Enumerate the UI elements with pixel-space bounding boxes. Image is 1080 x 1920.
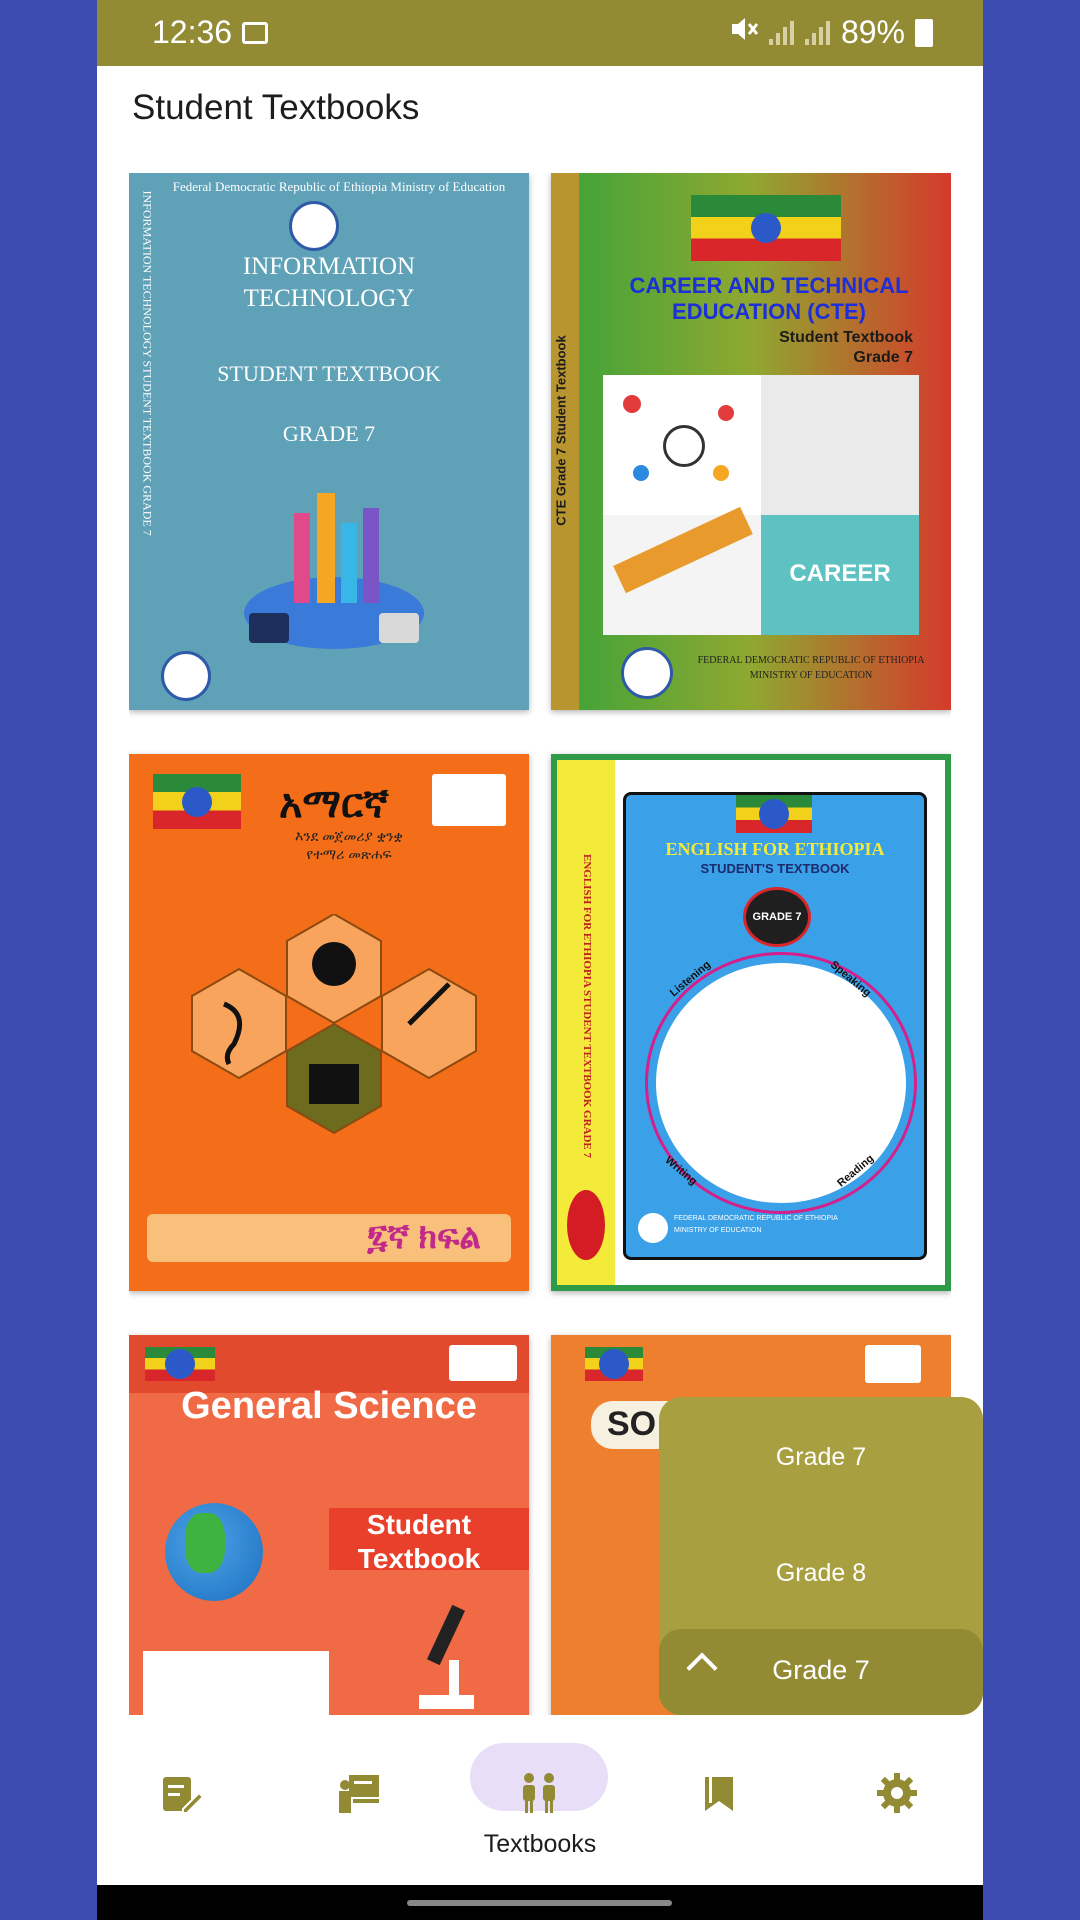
- hexagon-skills-icon: [169, 912, 499, 1154]
- battery-level: 89%: [840, 14, 905, 50]
- system-home-bar: [97, 1885, 983, 1920]
- status-bar: 12:36 89%: [97, 0, 983, 66]
- book-title: SO: [607, 1405, 657, 1443]
- book-title: ENGLISH FOR ETHIOPIA: [665, 839, 885, 859]
- status-right: 89%: [729, 14, 933, 51]
- home-indicator[interactable]: [407, 1900, 672, 1906]
- book-subtitle-line1: Student: [366, 1509, 472, 1540]
- textbook-card-career-technical-education[interactable]: CTE Grade 7 Student Textbook CAREER AND …: [551, 173, 951, 710]
- moe-seal-icon: [621, 647, 673, 699]
- grade-dropdown-button[interactable]: Grade 7: [659, 1629, 983, 1715]
- ethiopia-flag-icon: [736, 795, 812, 833]
- textbook-card-amharic[interactable]: አማርኛ እንደ መጀመሪያ ቋንቋ የተማሪ መጽሐፍ ፯ኛ ክፍል: [129, 754, 529, 1291]
- battery-icon: [915, 18, 933, 47]
- teacher-board-icon: [339, 1775, 379, 1813]
- book-subtitle: Student Textbook: [779, 329, 913, 346]
- book-subtitle: እንደ መጀመሪያ ቋንቋ: [295, 828, 403, 844]
- nav-textbooks-label: Textbooks: [483, 1830, 597, 1858]
- settings-gear-icon: [877, 1773, 917, 1813]
- status-time: 12:36: [152, 14, 233, 50]
- gallery-notification-icon: [242, 22, 268, 44]
- book-subtitle-line2: Textbook: [357, 1543, 481, 1574]
- grade-badge: GRADE 7: [743, 887, 811, 947]
- book-title-line2: EDUCATION (CTE): [672, 299, 866, 324]
- grade-selected-label: Grade 7: [772, 1655, 870, 1685]
- book-subtitle: STUDENT TEXTBOOK: [217, 361, 441, 386]
- grade-option-8[interactable]: Grade 8: [659, 1559, 983, 1588]
- moe-seal-icon: [161, 651, 211, 701]
- ethiopia-flag-icon: [145, 1347, 215, 1381]
- students-icon: [523, 1773, 555, 1813]
- textbook-card-english[interactable]: ENGLISH FOR ETHIOPIA STUDENT TEXTBOOK GR…: [551, 754, 951, 1291]
- moe-logo-icon: [289, 201, 339, 251]
- signal-icon-2: [804, 20, 831, 45]
- tech-illustration-icon: [239, 463, 429, 663]
- ethiopia-flag-icon: [585, 1347, 643, 1381]
- book-spine: INFORMATION TECHNOLOGY STUDENT TEXTBOOK …: [140, 190, 155, 536]
- book-title-line1: INFORMATION: [242, 253, 416, 280]
- book-publisher: Federal Democratic Republic of Ethiopia …: [172, 179, 506, 194]
- cover-panel: ENGLISH FOR ETHIOPIA STUDENT'S TEXTBOOK …: [623, 792, 927, 1260]
- signal-icon: [768, 20, 795, 45]
- book-spine: ENGLISH FOR ETHIOPIA STUDENT TEXTBOOK GR…: [557, 760, 615, 1285]
- grade-dropdown-menu: Grade 7 Grade 8 Grade 7: [659, 1397, 983, 1715]
- ethiopia-flag-icon: [153, 774, 241, 829]
- book-grade: Grade 7: [853, 349, 913, 366]
- app-screen: 12:36 89% Student Textbooks Federal Demo…: [97, 0, 983, 1920]
- grade-option-7[interactable]: Grade 7: [659, 1443, 983, 1472]
- ethiopia-flag-icon: [691, 195, 841, 261]
- moe-logo-icon: [449, 1345, 517, 1381]
- book-subtitle: STUDENT'S TEXTBOOK: [700, 861, 850, 876]
- moe-logo-icon: [432, 774, 506, 826]
- bottom-navigation: [97, 1715, 983, 1885]
- career-collage-icon: CAREER: [603, 375, 919, 635]
- book-subtitle-2: የተማሪ መጽሐፍ: [306, 846, 392, 862]
- lab-equipment-image: [143, 1651, 329, 1715]
- mute-icon: [729, 14, 759, 51]
- textbook-card-information-technology[interactable]: Federal Democratic Republic of Ethiopia …: [129, 173, 529, 710]
- microscope-icon: [409, 1604, 479, 1715]
- textbook-card-general-science[interactable]: General Science Student Textbook: [129, 1335, 529, 1715]
- book-title: አማርኛ: [279, 782, 389, 826]
- moe-seal-icon: [638, 1213, 668, 1243]
- notes-edit-icon: [163, 1777, 203, 1814]
- book-title-line1: CAREER AND TECHNICAL: [629, 273, 909, 298]
- book-grade: GRADE 7: [282, 421, 376, 446]
- book-spine: CTE Grade 7 Student Textbook: [551, 173, 579, 710]
- page-title: Student Textbooks: [132, 88, 420, 127]
- book-title: General Science: [181, 1385, 477, 1427]
- grade-banner: ፯ኛ ክፍል: [147, 1214, 511, 1262]
- book-title-line2: TECHNOLOGY: [243, 285, 415, 312]
- globe-icon: [165, 1503, 263, 1601]
- moe-logo-icon: [865, 1345, 921, 1383]
- bookmarks-icon: [705, 1777, 733, 1811]
